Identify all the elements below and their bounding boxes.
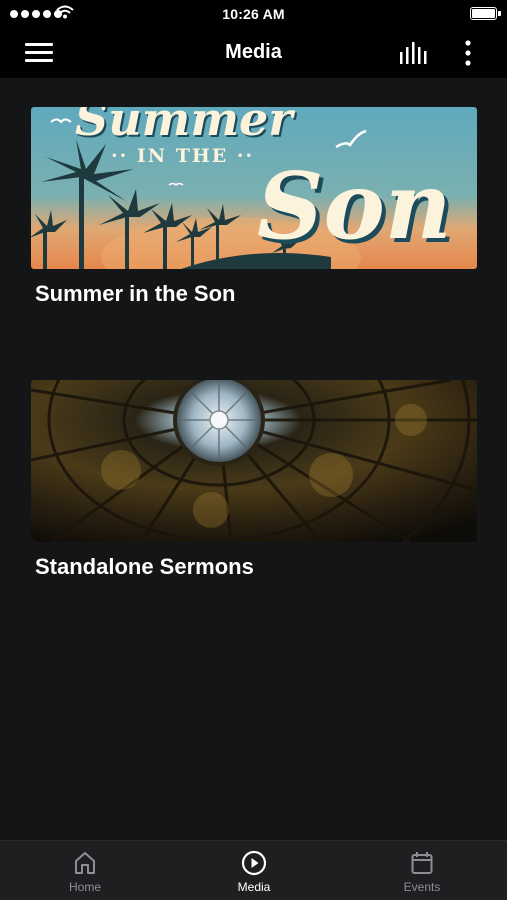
- series-artwork: Summer Summer ·· IN THE ·· Son Son: [31, 107, 477, 269]
- svg-text:Son: Son: [257, 152, 452, 260]
- tab-label: Media: [237, 880, 271, 894]
- media-item-title: Summer in the Son: [35, 281, 236, 306]
- nav-bar: Media: [0, 28, 507, 78]
- media-list: Summer Summer ·· IN THE ·· Son Son Summe…: [0, 78, 507, 840]
- tab-home[interactable]: Home: [25, 841, 145, 900]
- media-item-summer-in-the-son[interactable]: Summer Summer ·· IN THE ·· Son Son Summe…: [31, 107, 477, 307]
- series-artwork: [31, 380, 477, 542]
- tab-label: Events: [403, 880, 441, 894]
- tab-bar: Home Media Events: [0, 840, 507, 900]
- vertical-ellipsis-icon[interactable]: [460, 40, 476, 68]
- status-time: 10:26 AM: [222, 6, 285, 22]
- tab-label: Home: [68, 880, 101, 894]
- audio-bars-icon[interactable]: [398, 40, 430, 66]
- svg-text:·· IN THE ··: ·· IN THE ··: [111, 145, 254, 167]
- home-icon: [75, 852, 95, 874]
- battery-icon: [470, 7, 501, 20]
- calendar-icon: [411, 852, 433, 874]
- svg-text:Summer: Summer: [75, 107, 296, 146]
- media-item-title: Standalone Sermons: [35, 554, 254, 579]
- media-item-standalone-sermons[interactable]: Standalone Sermons: [31, 380, 477, 580]
- status-bar: 10:26 AM: [0, 0, 507, 28]
- tab-events[interactable]: Events: [362, 841, 482, 900]
- tab-media[interactable]: Media: [194, 841, 314, 900]
- play-circle-icon: [241, 850, 267, 876]
- page-title: Media: [225, 41, 282, 63]
